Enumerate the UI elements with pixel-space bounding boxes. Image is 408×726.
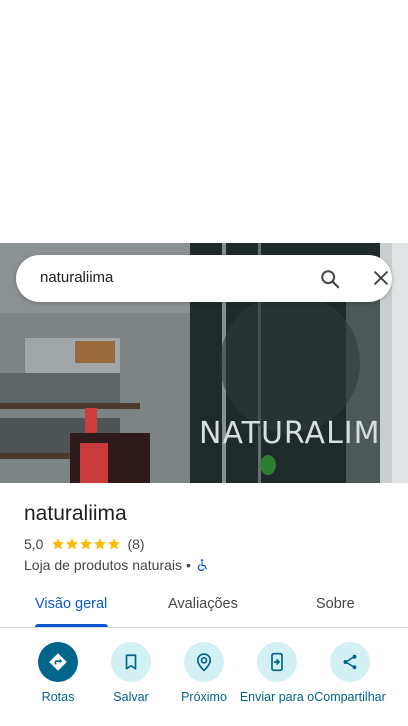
directions-button[interactable]: Rotas bbox=[18, 640, 98, 705]
search-input[interactable]: naturaliima bbox=[40, 269, 113, 286]
star-icon bbox=[108, 538, 121, 550]
nearby-icon bbox=[196, 653, 212, 672]
directions-icon bbox=[49, 653, 67, 671]
send-to-phone-label: Enviar para o bbox=[239, 690, 315, 704]
share-label: Compartilhar bbox=[314, 690, 386, 704]
place-title: naturaliima bbox=[24, 502, 127, 525]
tab-overview[interactable]: Visão geral bbox=[35, 596, 107, 612]
bookmark-icon bbox=[125, 654, 137, 670]
rating-row[interactable]: 5,0 (8) bbox=[24, 536, 145, 552]
star-icon bbox=[80, 538, 93, 550]
directions-label: Rotas bbox=[41, 690, 75, 704]
search-bar[interactable]: naturaliima bbox=[16, 255, 392, 302]
action-bar: Rotas Salvar Próximo Enviar para o Compa… bbox=[0, 640, 408, 726]
place-category: Loja de produtos naturais bbox=[24, 557, 182, 573]
wheelchair-accessible-icon bbox=[197, 559, 208, 572]
nearby-button[interactable]: Próximo bbox=[164, 640, 244, 705]
share-button-circle bbox=[330, 642, 370, 682]
category-row: Loja de produtos naturais • bbox=[24, 557, 209, 573]
star-rating bbox=[51, 537, 121, 551]
share-button[interactable]: Compartilhar bbox=[310, 640, 390, 705]
star-icon bbox=[66, 538, 79, 550]
directions-button-circle bbox=[38, 642, 78, 682]
tab-about[interactable]: Sobre bbox=[316, 596, 355, 612]
rating-value: 5,0 bbox=[24, 536, 44, 552]
active-tab-indicator bbox=[35, 624, 108, 627]
send-to-phone-icon bbox=[271, 652, 283, 672]
send-to-phone-button-circle bbox=[257, 642, 297, 682]
nearby-label: Próximo bbox=[181, 690, 227, 704]
send-to-phone-button[interactable]: Enviar para o bbox=[237, 640, 317, 705]
save-label: Salvar bbox=[113, 690, 149, 704]
save-button[interactable]: Salvar bbox=[91, 640, 171, 705]
star-icon bbox=[52, 538, 65, 550]
share-icon bbox=[343, 654, 357, 670]
star-icon bbox=[94, 538, 107, 550]
close-icon[interactable] bbox=[371, 268, 391, 288]
tab-reviews[interactable]: Avaliações bbox=[168, 596, 238, 612]
review-count: (8) bbox=[127, 536, 145, 552]
place-tabs: Visão geral Avaliações Sobre bbox=[0, 592, 408, 628]
separator-dot: • bbox=[186, 557, 191, 573]
save-button-circle bbox=[111, 642, 151, 682]
svg-text:NATURALIMA: NATURALIMA bbox=[199, 416, 402, 451]
nearby-button-circle bbox=[184, 642, 224, 682]
search-icon[interactable] bbox=[319, 268, 341, 290]
